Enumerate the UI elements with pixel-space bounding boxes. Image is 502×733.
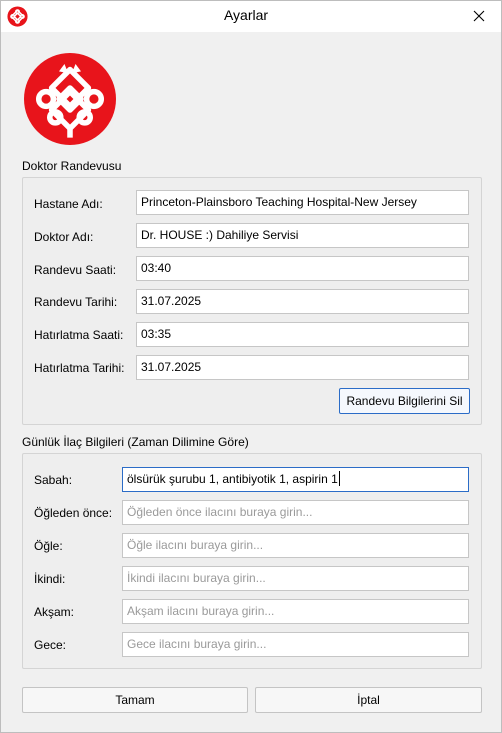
text-caret [338, 471, 340, 486]
appointment-time-label: Randevu Saati: [34, 263, 117, 277]
noon-label: Öğle: [34, 539, 63, 553]
cancel-button[interactable]: İptal [255, 687, 482, 713]
appointment-date-label: Randevu Tarihi: [34, 295, 118, 309]
reminder-time-field[interactable]: 03:35 [136, 322, 469, 347]
delete-appointment-button[interactable]: Randevu Bilgilerini Sil [339, 388, 470, 414]
close-button[interactable] [463, 4, 495, 28]
appointment-time-field[interactable]: 03:40 [136, 256, 469, 281]
endless-knot-logo [24, 53, 116, 145]
evening-label: Akşam: [34, 605, 75, 619]
appointment-date-field[interactable]: 31.07.2025 [136, 289, 469, 314]
before-noon-medication-input[interactable]: Öğleden önce ilacını buraya girin... [122, 500, 469, 525]
morning-label: Sabah: [34, 473, 73, 487]
evening-medication-input[interactable]: Akşam ilacını buraya girin... [122, 599, 469, 624]
hospital-name-field[interactable]: Princeton-Plainsboro Teaching Hospital-N… [136, 190, 469, 215]
reminder-date-field[interactable]: 31.07.2025 [136, 355, 469, 380]
doctor-name-label: Doktor Adı: [34, 230, 94, 244]
medication-group-title: Günlük İlaç Bilgileri (Zaman Dilimine Gö… [22, 435, 249, 449]
doctor-name-field[interactable]: Dr. HOUSE :) Dahiliye Servisi [136, 223, 469, 248]
morning-medication-value: ölsürük şurubu 1, antibiyotik 1, aspirin… [127, 472, 338, 486]
ok-button[interactable]: Tamam [22, 687, 248, 713]
noon-medication-input[interactable]: Öğle ilacını buraya girin... [122, 533, 469, 558]
reminder-time-label: Hatırlatma Saati: [34, 328, 124, 342]
night-medication-input[interactable]: Gece ilacını buraya girin... [122, 632, 469, 657]
title-bar: Ayarlar [1, 1, 501, 32]
settings-window: Ayarlar Doktor Randevusu Hastane Adı: Pr… [0, 0, 502, 733]
close-icon [473, 10, 485, 22]
hospital-name-label: Hastane Adı: [34, 197, 103, 211]
window-title: Ayarlar [223, 7, 269, 23]
afternoon-medication-input[interactable]: İkindi ilacını buraya girin... [122, 566, 469, 591]
reminder-date-label: Hatırlatma Tarihi: [34, 361, 125, 375]
appointment-group-title: Doktor Randevusu [22, 159, 122, 173]
afternoon-label: İkindi: [34, 572, 66, 586]
before-noon-label: Öğleden önce: [34, 506, 113, 520]
morning-medication-input[interactable]: ölsürük şurubu 1, antibiyotik 1, aspirin… [122, 467, 469, 492]
night-label: Gece: [34, 638, 67, 652]
